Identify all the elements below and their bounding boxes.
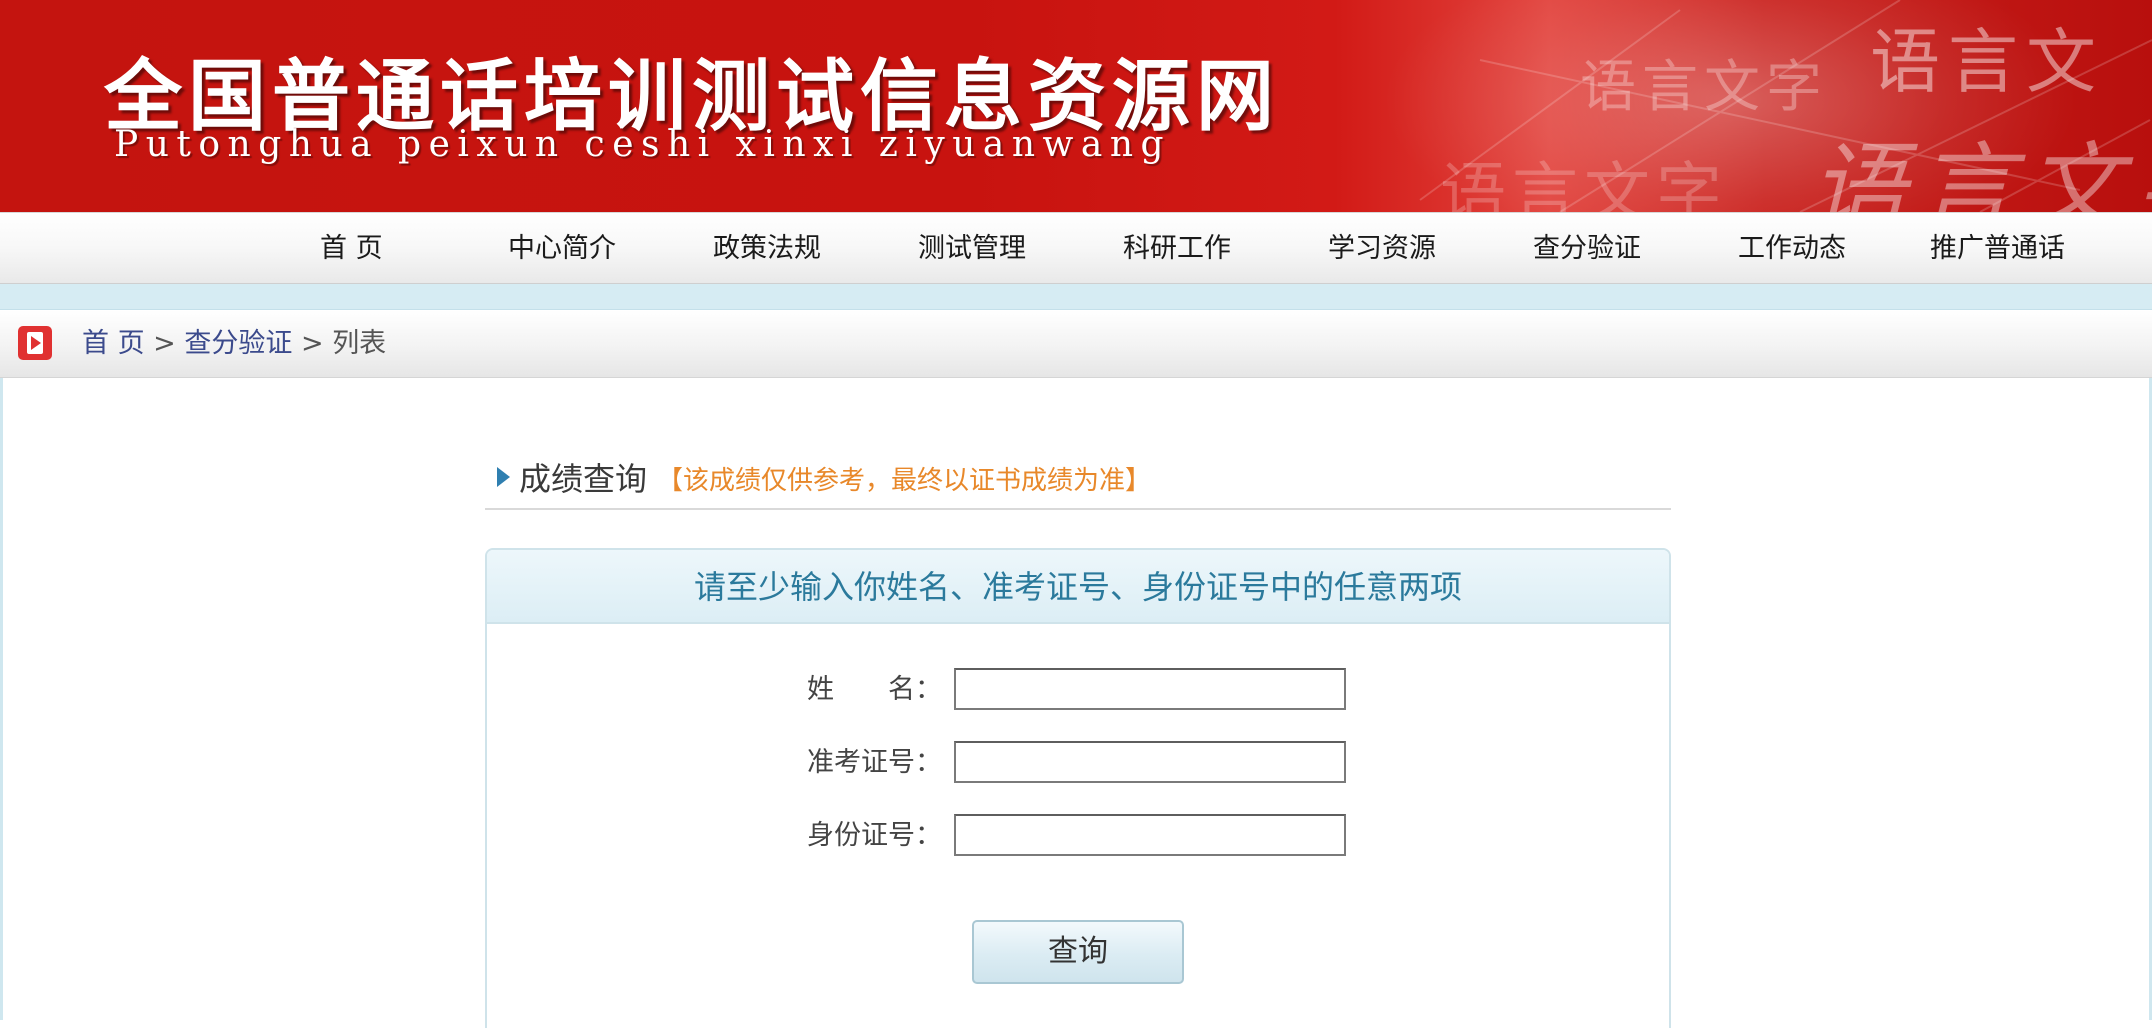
name-input[interactable]	[954, 668, 1346, 710]
form-instruction: 请至少输入你姓名、准考证号、身份证号中的任意两项	[487, 550, 1669, 624]
nav-divider-strip	[0, 284, 2152, 310]
section-note: 【该成绩仅供参考，最终以证书成绩为准】	[657, 466, 1152, 496]
nav-item-policy[interactable]: 政策法规	[713, 213, 821, 285]
nav-item-resources[interactable]: 学习资源	[1328, 213, 1436, 285]
nav-item-promote[interactable]: 推广普通话	[1930, 213, 2065, 285]
site-subtitle: Putonghua peixun ceshi xinxi ziyuanwang	[114, 124, 1172, 165]
exam-number-input[interactable]	[954, 741, 1346, 783]
breadcrumb-section[interactable]: 查分验证	[184, 328, 292, 359]
breadcrumb-home[interactable]: 首 页	[82, 328, 145, 359]
banner-decor-text: 语言文字	[1440, 155, 1728, 212]
nav-item-research[interactable]: 科研工作	[1123, 213, 1231, 285]
form-row-id-number: 身份证号：	[487, 814, 1669, 858]
main-content: 成绩查询 【该成绩仅供参考，最终以证书成绩为准】 请至少输入你姓名、准考证号、身…	[0, 378, 2152, 1028]
nav-item-score-check[interactable]: 查分验证	[1533, 213, 1641, 285]
breadcrumb: 首 页 > 查分验证 > 列表	[82, 310, 386, 378]
breadcrumb-current: 列表	[332, 328, 387, 359]
site-banner: 语言文字 语言文 语言文字 语言文字 全国普通话培训测试信息资源网 Putong…	[0, 0, 2152, 212]
id-number-input[interactable]	[954, 814, 1346, 856]
section-header: 成绩查询 【该成绩仅供参考，最终以证书成绩为准】	[485, 460, 1671, 510]
main-nav: 首 页 中心简介 政策法规 测试管理 科研工作 学习资源 查分验证 工作动态 推…	[0, 212, 2152, 284]
form-row-exam-number: 准考证号：	[487, 741, 1669, 785]
score-query-panel: 请至少输入你姓名、准考证号、身份证号中的任意两项 姓 名： 准考证号： 身份证号…	[485, 548, 1671, 1028]
banner-decor-text: 语言文字	[1810, 132, 2152, 212]
breadcrumb-bar: 首 页 > 查分验证 > 列表	[0, 310, 2152, 378]
banner-decor-text: 语言文	[1870, 21, 2104, 103]
nav-item-about[interactable]: 中心简介	[508, 213, 616, 285]
play-icon	[18, 326, 52, 360]
nav-item-home[interactable]: 首 页	[320, 213, 383, 285]
nav-item-test-management[interactable]: 测试管理	[918, 213, 1026, 285]
breadcrumb-separator: >	[144, 328, 185, 359]
breadcrumb-separator: >	[292, 328, 333, 359]
form-row-name: 姓 名：	[487, 668, 1669, 712]
triangle-right-icon	[497, 467, 510, 487]
query-button[interactable]: 查询	[972, 920, 1184, 984]
section-title: 成绩查询	[519, 460, 648, 498]
banner-decor-text: 语言文字	[1580, 55, 1828, 120]
nav-item-news[interactable]: 工作动态	[1738, 213, 1846, 285]
